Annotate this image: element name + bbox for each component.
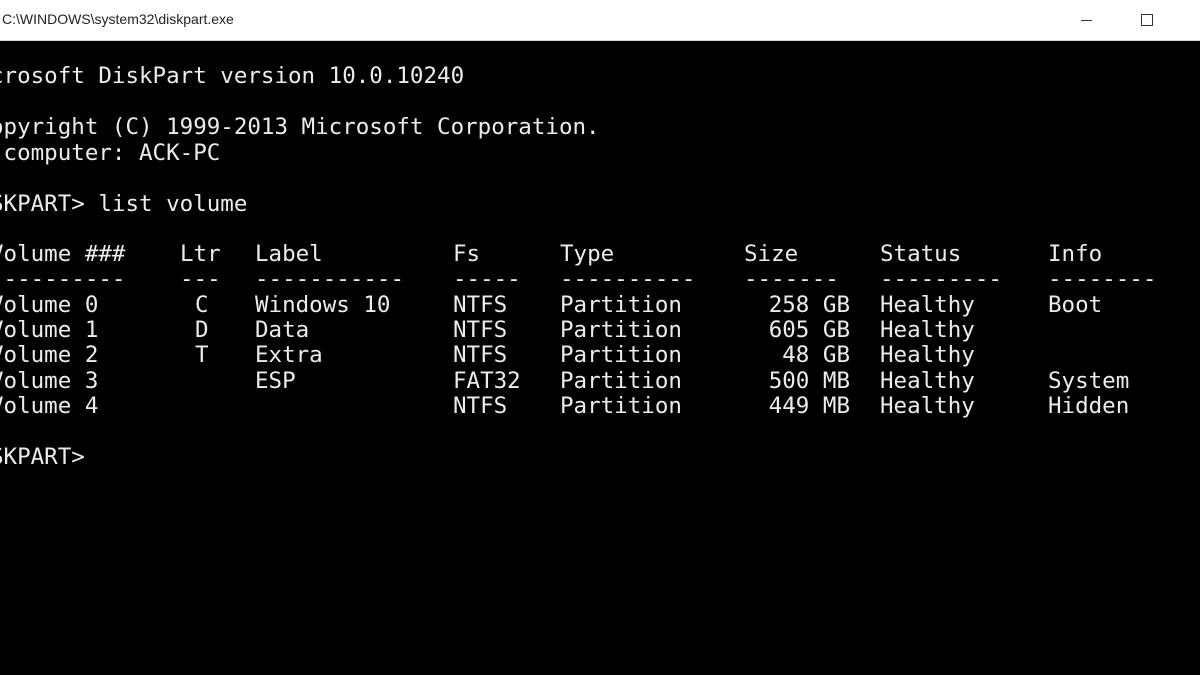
header-label: Label: [255, 241, 323, 267]
header-size: Size: [744, 241, 799, 267]
cell-size: 605 GB: [768, 317, 850, 343]
console-output[interactable]: crosoft DiskPart version 10.0.10240 opyr…: [0, 42, 1200, 675]
separator-ltr: ---: [180, 266, 221, 292]
cell-ltr: C: [195, 292, 209, 318]
separator-status: ---------: [880, 266, 1002, 292]
separator-label: -----------: [255, 266, 405, 292]
cell-size: 258 GB: [768, 292, 850, 318]
prompt-line[interactable]: SKPART>: [0, 445, 85, 470]
cell-ltr: D: [195, 317, 209, 343]
computer-line: computer: ACK-PC: [0, 140, 221, 166]
cell-volume: Volume 2: [0, 342, 99, 368]
copyright-line: opyright (C) 1999-2013 Microsoft Corpora…: [0, 114, 600, 140]
minimize-icon: [1080, 19, 1092, 21]
minimize-button[interactable]: [1063, 0, 1109, 40]
separator-volume: ----------: [0, 266, 126, 292]
cell-fs: NTFS: [453, 393, 508, 419]
cell-type: Partition: [560, 368, 682, 394]
header-fs: Fs: [453, 241, 481, 267]
cell-status: Healthy: [880, 317, 975, 343]
cell-type: Partition: [560, 317, 682, 343]
cell-label: Data: [255, 317, 310, 343]
header-ltr: Ltr: [180, 241, 221, 267]
cell-status: Healthy: [880, 393, 975, 419]
cell-label: Windows 10: [255, 292, 391, 318]
cell-label: ESP: [255, 368, 296, 394]
table-row: Volume 3 ESP FAT32 Partition 500 MB Heal…: [0, 369, 1200, 394]
cell-fs: NTFS: [453, 292, 508, 318]
cell-type: Partition: [560, 393, 682, 419]
cell-status: Healthy: [880, 292, 975, 318]
header-status: Status: [880, 241, 962, 267]
cell-status: Healthy: [880, 342, 975, 368]
cell-size: 449 MB: [768, 393, 850, 419]
separator-info: --------: [1048, 266, 1157, 292]
cell-info: Boot: [1048, 292, 1103, 318]
cell-type: Partition: [560, 292, 682, 318]
cell-fs: NTFS: [453, 317, 508, 343]
cell-volume: Volume 0: [0, 292, 99, 318]
title-bar[interactable]: C:\WINDOWS\system32\diskpart.exe: [0, 0, 1200, 41]
maximize-button[interactable]: [1124, 0, 1170, 40]
cell-volume: Volume 4: [0, 393, 99, 419]
cell-size: 500 MB: [768, 368, 850, 394]
version-line: crosoft DiskPart version 10.0.10240: [0, 63, 465, 89]
diskpart-window: C:\WINDOWS\system32\diskpart.exe crosoft…: [0, 0, 1200, 675]
table-separator-row: ---------- --- ----------- ----- -------…: [0, 267, 1200, 292]
header-info: Info: [1048, 241, 1103, 267]
separator-type: ----------: [560, 266, 696, 292]
cell-info: System: [1048, 368, 1130, 394]
table-row: Volume 2 T Extra NTFS Partition 48 GB He…: [0, 343, 1200, 368]
header-type: Type: [560, 241, 615, 267]
cell-size: 48 GB: [782, 342, 850, 368]
maximize-icon: [1141, 14, 1153, 26]
header-volume: Volume ###: [0, 241, 126, 267]
cell-volume: Volume 3: [0, 368, 99, 394]
cell-info: Hidden: [1048, 393, 1130, 419]
window-title: C:\WINDOWS\system32\diskpart.exe: [2, 11, 234, 27]
table-row: Volume 4 NTFS Partition 449 MB Healthy H…: [0, 394, 1200, 419]
cell-ltr: T: [195, 342, 209, 368]
cell-volume: Volume 1: [0, 317, 99, 343]
table-row: Volume 0 C Windows 10 NTFS Partition 258…: [0, 293, 1200, 318]
separator-size: -------: [744, 266, 839, 292]
cell-fs: FAT32: [453, 368, 521, 394]
table-row: Volume 1 D Data NTFS Partition 605 GB He…: [0, 318, 1200, 343]
command-line: SKPART> list volume: [0, 191, 248, 217]
cell-fs: NTFS: [453, 342, 508, 368]
cell-type: Partition: [560, 342, 682, 368]
separator-fs: -----: [453, 266, 521, 292]
cell-label: Extra: [255, 342, 323, 368]
table-header-row: Volume ### Ltr Label Fs Type Size Status…: [0, 242, 1200, 267]
cell-status: Healthy: [880, 368, 975, 394]
